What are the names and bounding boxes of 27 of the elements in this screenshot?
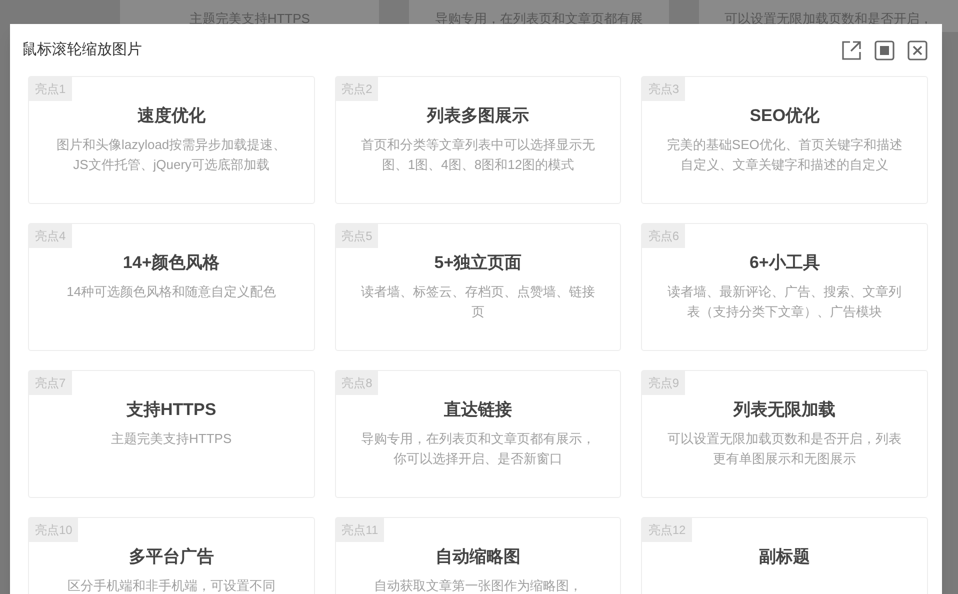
feature-description: 区分手机端和非手机端，可设置不同 — [66, 576, 276, 594]
feature-title: 速度优化 — [137, 105, 206, 127]
feature-title: 多平台广告 — [128, 546, 214, 568]
feature-description: 主题完美支持HTTPS — [110, 430, 233, 448]
feature-title: 自动缩略图 — [435, 546, 520, 568]
feature-title: 14+颜色风格 — [122, 252, 220, 274]
feature-title: 直达链接 — [444, 399, 512, 421]
feature-description: 完美的基础SEO优化、首页关键字和描述自定义、文章关键字和描述的自定义 — [666, 136, 904, 174]
feature-title: 列表多图展示 — [426, 105, 529, 127]
feature-title: 副标题 — [759, 546, 810, 568]
external-link-icon[interactable] — [841, 40, 862, 60]
feature-description: 图片和头像lazyload按需异步加载提速、JS文件托管、jQuery可选底部加载 — [55, 136, 288, 174]
feature-description: 导购专用，在列表页和文章页都有展示，你可以选择开启、是否新窗口 — [360, 430, 596, 468]
feature-title: 5+独立页面 — [434, 252, 522, 274]
close-icon[interactable] — [907, 40, 928, 60]
feature-title: SEO优化 — [750, 105, 820, 127]
maximize-icon[interactable] — [874, 40, 895, 60]
feature-title: 列表无限加载 — [734, 399, 836, 421]
feature-description: 14种可选颜色风格和随意自定义配色 — [66, 282, 278, 300]
feature-description: 可以设置无限加载页数和是否开启，列表更有单图展示和无图展示 — [666, 430, 903, 468]
feature-description: 首页和分类等文章列表中可以选择显示无图、1图、4图、8图和12图的模式 — [360, 136, 596, 174]
feature-description: 读者墙、最新评论、广告、搜索、文章列表（支持分类下文章）、广告模块 — [666, 282, 903, 320]
feature-description: 自动获取文章第一张图作为缩略图， — [372, 576, 583, 594]
dialog-title: 鼠标滚轮缩放图片 — [22, 40, 142, 60]
feature-title: 支持HTTPS — [126, 399, 216, 421]
feature-description: 读者墙、标签云、存档页、点赞墙、链接页 — [360, 282, 596, 320]
feature-title: 6+小工具 — [749, 252, 820, 274]
